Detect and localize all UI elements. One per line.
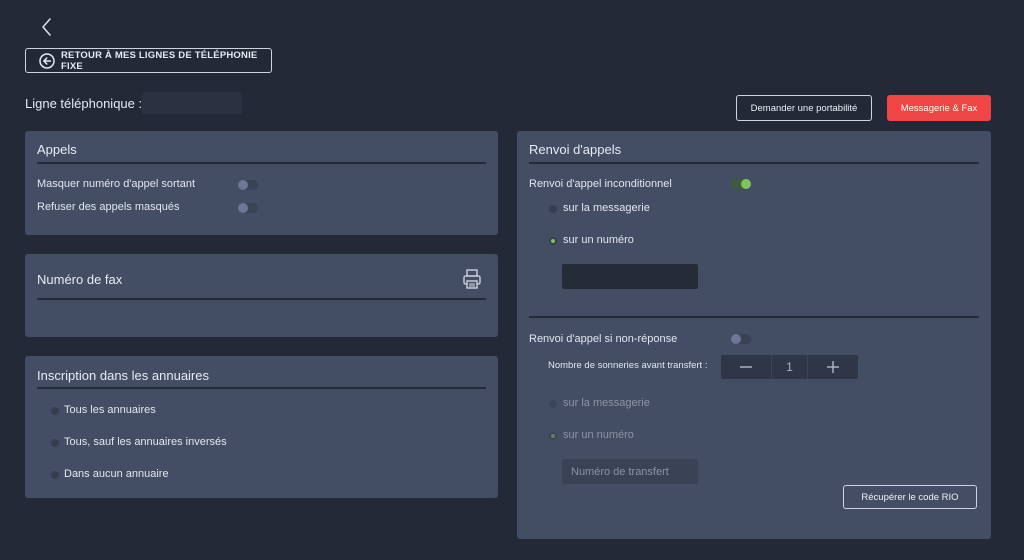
hide-outgoing-number-label: Masquer numéro d'appel sortant [37,178,196,190]
renvoi-divider [529,162,979,164]
back-chevron-icon[interactable] [38,16,58,38]
request-portability-button[interactable]: Demander une portabilité [736,95,872,121]
unconditional-number-label: sur un numéro [563,234,634,246]
no-answer-toggle[interactable] [731,334,751,344]
renvoi-title: Renvoi d'appels [529,142,622,157]
rings-label: Nombre de sonneries avant transfert : [548,360,708,371]
line-label: Ligne téléphonique : [25,96,143,111]
arrow-left-circle-icon [39,52,55,69]
appels-card: Appels Masquer numéro d'appel sortant Re… [25,131,498,235]
radio-no-answer-voicemail[interactable] [549,400,557,408]
appels-divider [37,162,486,164]
except-reverse-label: Tous, sauf les annuaires inversés [64,436,227,448]
annuaires-card: Inscription dans les annuaires Tous les … [25,356,498,498]
renvoi-card: Renvoi d'appels Renvoi d'appel inconditi… [517,131,991,539]
line-value [142,92,242,114]
get-rio-code-button[interactable]: Récupérer le code RIO [843,485,977,509]
back-to-lines-button[interactable]: RETOUR À MES LIGNES DE TÉLÉPHONIE FIXE [25,48,272,73]
no-answer-label: Renvoi d'appel si non-réponse [529,333,678,345]
unconditional-number-field[interactable] [562,264,698,289]
no-answer-number-label: sur un numéro [563,429,634,441]
decrement-button[interactable] [721,355,771,379]
fax-title: Numéro de fax [37,272,123,287]
unconditional-toggle[interactable] [731,179,751,189]
all-directories-label: Tous les annuaires [64,404,156,416]
messaging-fax-button[interactable]: Messagerie & Fax [887,95,991,121]
renvoi-section-divider [529,316,979,318]
annuaires-divider [37,387,486,389]
unconditional-label: Renvoi d'appel inconditionnel [529,178,672,190]
appels-title: Appels [37,142,77,157]
radio-unconditional-number[interactable] [549,237,557,245]
radio-no-directory[interactable] [51,471,59,479]
radio-except-reverse[interactable] [51,439,59,447]
radio-no-answer-number[interactable] [549,432,557,440]
rings-stepper: 1 [721,355,858,379]
minus-icon [740,366,752,368]
no-directory-label: Dans aucun annuaire [64,468,169,480]
fax-card: Numéro de fax [25,254,498,337]
transfer-number-field[interactable] [562,459,698,484]
printer-icon[interactable] [462,268,482,290]
refuse-masked-calls-toggle[interactable] [238,203,258,213]
unconditional-voicemail-label: sur la messagerie [563,202,650,214]
rings-value[interactable]: 1 [771,355,808,379]
back-button-label: RETOUR À MES LIGNES DE TÉLÉPHONIE FIXE [61,49,258,72]
radio-all-directories[interactable] [51,407,59,415]
increment-button[interactable] [808,355,858,379]
annuaires-title: Inscription dans les annuaires [37,368,209,383]
hide-outgoing-number-toggle[interactable] [238,180,258,190]
no-answer-voicemail-label: sur la messagerie [563,397,650,409]
fax-divider [37,298,486,300]
radio-unconditional-voicemail[interactable] [549,205,557,213]
plus-icon [827,361,839,373]
refuse-masked-calls-label: Refuser des appels masqués [37,201,180,213]
